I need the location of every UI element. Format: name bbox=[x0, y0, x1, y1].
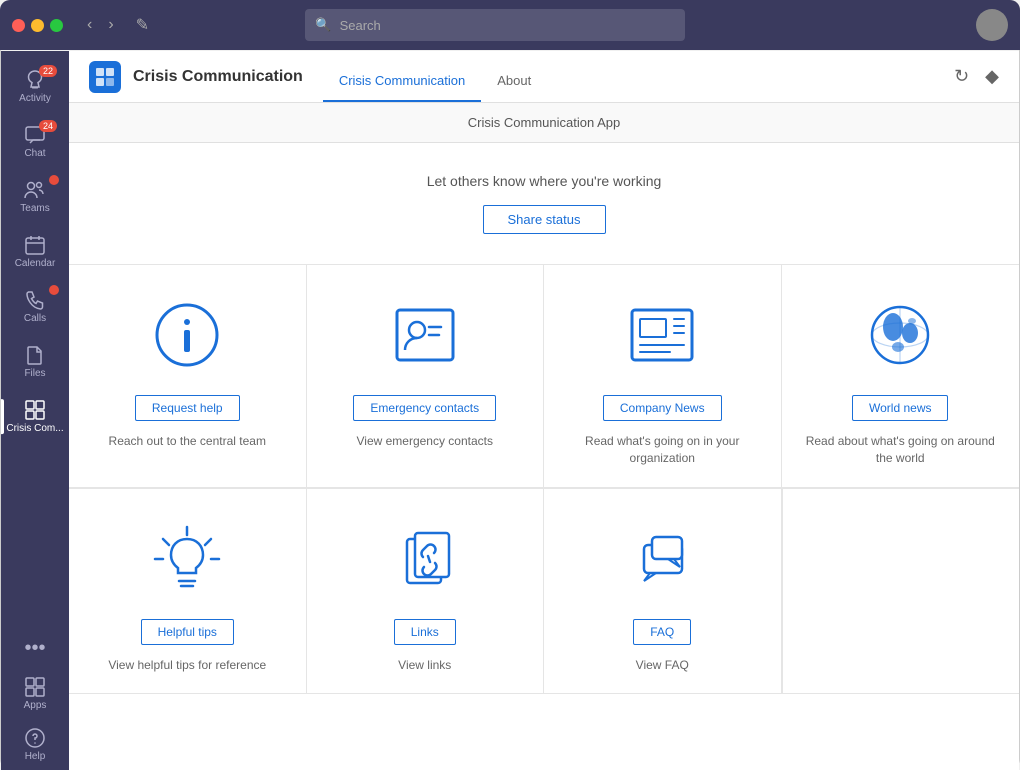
calls-icon bbox=[24, 289, 46, 311]
info-circle-icon bbox=[147, 295, 227, 375]
activity-label: Activity bbox=[19, 93, 51, 104]
apps-icon bbox=[24, 676, 46, 698]
chat-badge: 24 bbox=[39, 120, 57, 132]
card-company-news: Company News Read what's going on in you… bbox=[544, 265, 782, 488]
files-icon bbox=[24, 344, 46, 366]
company-news-desc: Read what's going on in your organizatio… bbox=[560, 433, 765, 467]
world-news-desc: Read about what's going on around the wo… bbox=[798, 433, 1004, 467]
emergency-contacts-button[interactable]: Emergency contacts bbox=[353, 395, 496, 421]
lightbulb-icon bbox=[147, 519, 227, 599]
card-emergency-contacts: Emergency contacts View emergency contac… bbox=[307, 265, 545, 488]
help-icon bbox=[24, 727, 46, 749]
search-icon: 🔍 bbox=[315, 17, 331, 33]
sidebar-item-more[interactable]: ••• bbox=[20, 629, 51, 668]
calendar-label: Calendar bbox=[15, 258, 56, 269]
sidebar: 22 Activity 24 Chat bbox=[1, 51, 69, 770]
title-bar: ‹ › ✎ 🔍 bbox=[0, 0, 1020, 50]
teams-badge bbox=[49, 175, 59, 185]
main-layout: 22 Activity 24 Chat bbox=[1, 1, 1019, 770]
sidebar-item-help[interactable]: Help bbox=[20, 719, 51, 770]
links-button[interactable]: Links bbox=[394, 619, 456, 645]
empty-slot bbox=[782, 489, 1020, 695]
crisis-icon bbox=[24, 399, 46, 421]
request-help-desc: Reach out to the central team bbox=[109, 433, 266, 450]
cards-grid-bottom: Helpful tips View helpful tips for refer… bbox=[69, 489, 1019, 695]
traffic-lights bbox=[12, 19, 63, 32]
tab-about[interactable]: About bbox=[481, 51, 547, 102]
inner-header: Crisis Communication App bbox=[69, 103, 1019, 143]
nav-buttons: ‹ › bbox=[81, 12, 120, 38]
chat-label: Chat bbox=[24, 148, 45, 159]
sidebar-item-apps[interactable]: Apps bbox=[20, 668, 51, 719]
request-help-button[interactable]: Request help bbox=[135, 395, 240, 421]
helpful-tips-button[interactable]: Helpful tips bbox=[141, 619, 234, 645]
sidebar-item-activity[interactable]: 22 Activity bbox=[1, 61, 69, 112]
sidebar-item-teams[interactable]: Teams bbox=[1, 171, 69, 222]
sidebar-item-crisis[interactable]: Crisis Com... bbox=[1, 391, 69, 442]
header-actions: ↻ ◆ bbox=[954, 66, 999, 87]
world-news-button[interactable]: World news bbox=[852, 395, 948, 421]
world-globe-icon bbox=[860, 295, 940, 375]
faq-button[interactable]: FAQ bbox=[633, 619, 691, 645]
sidebar-bottom: ••• Apps bbox=[20, 629, 51, 770]
newspaper-icon bbox=[622, 295, 702, 375]
share-status-button[interactable]: Share status bbox=[483, 205, 606, 234]
refresh-icon[interactable]: ↻ bbox=[954, 66, 969, 87]
calls-badge bbox=[49, 285, 59, 295]
chat-bubbles-icon bbox=[622, 519, 702, 599]
contacts-icon bbox=[385, 295, 465, 375]
app-title: Crisis Communication bbox=[133, 68, 303, 86]
content-area: Crisis Communication Crisis Communicatio… bbox=[69, 51, 1019, 770]
sidebar-item-calendar[interactable]: Calendar bbox=[1, 226, 69, 277]
calls-label: Calls bbox=[24, 313, 46, 324]
crisis-label: Crisis Com... bbox=[6, 423, 63, 434]
card-helpful-tips: Helpful tips View helpful tips for refer… bbox=[69, 489, 307, 695]
inner-header-title: Crisis Communication App bbox=[468, 115, 620, 130]
teams-icon bbox=[23, 179, 47, 201]
files-label: Files bbox=[24, 368, 45, 379]
forward-button[interactable]: › bbox=[102, 12, 119, 38]
sidebar-item-files[interactable]: Files bbox=[1, 336, 69, 387]
back-button[interactable]: ‹ bbox=[81, 12, 98, 38]
sidebar-item-calls[interactable]: Calls bbox=[1, 281, 69, 332]
maximize-button[interactable] bbox=[50, 19, 63, 32]
hero-section: Let others know where you're working Sha… bbox=[69, 143, 1019, 265]
link-docs-icon bbox=[385, 519, 465, 599]
app-tabs: Crisis Communication About bbox=[323, 51, 547, 102]
teams-label: Teams bbox=[20, 203, 49, 214]
close-button[interactable] bbox=[12, 19, 25, 32]
minimize-button[interactable] bbox=[31, 19, 44, 32]
app-icon bbox=[89, 61, 121, 93]
faq-desc: View FAQ bbox=[636, 657, 689, 674]
activity-badge: 22 bbox=[39, 65, 57, 77]
card-links: Links View links bbox=[307, 489, 545, 695]
emergency-contacts-desc: View emergency contacts bbox=[356, 433, 493, 450]
company-news-button[interactable]: Company News bbox=[603, 395, 722, 421]
card-faq: FAQ View FAQ bbox=[544, 489, 782, 695]
cards-grid-top: Request help Reach out to the central te… bbox=[69, 265, 1019, 489]
help-label: Help bbox=[25, 751, 46, 762]
links-desc: View links bbox=[398, 657, 451, 674]
globe-icon[interactable]: ◆ bbox=[985, 66, 999, 87]
apps-label: Apps bbox=[24, 700, 47, 711]
more-icon: ••• bbox=[24, 637, 45, 660]
app-content: Crisis Communication App Let others know… bbox=[69, 103, 1019, 770]
hero-text: Let others know where you're working bbox=[89, 173, 999, 189]
search-bar[interactable]: 🔍 bbox=[305, 9, 685, 41]
helpful-tips-desc: View helpful tips for reference bbox=[108, 657, 266, 674]
compose-button[interactable]: ✎ bbox=[130, 11, 155, 39]
card-world-news: World news Read about what's going on ar… bbox=[782, 265, 1020, 488]
tab-crisis-communication[interactable]: Crisis Communication bbox=[323, 51, 481, 102]
app-header: Crisis Communication Crisis Communicatio… bbox=[69, 51, 1019, 103]
avatar bbox=[976, 9, 1008, 41]
sidebar-item-chat[interactable]: 24 Chat bbox=[1, 116, 69, 167]
calendar-icon bbox=[24, 234, 46, 256]
search-input[interactable] bbox=[340, 18, 676, 33]
card-request-help: Request help Reach out to the central te… bbox=[69, 265, 307, 488]
